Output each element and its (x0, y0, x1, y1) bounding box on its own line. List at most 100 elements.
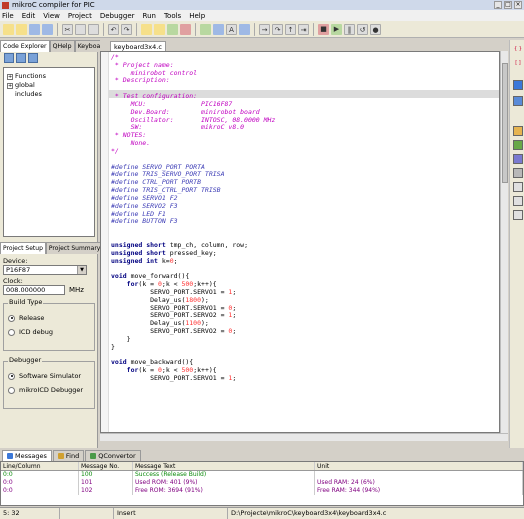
copy-icon[interactable] (75, 23, 86, 35)
save-all-icon[interactable] (42, 23, 53, 35)
step-over-icon[interactable]: ↷ (272, 23, 283, 35)
menu-run[interactable]: Run (143, 12, 156, 20)
align-right-icon[interactable] (513, 210, 523, 220)
save-icon[interactable] (29, 23, 40, 35)
code-line[interactable]: } (111, 343, 275, 352)
stop-icon[interactable]: ■ (318, 23, 329, 35)
cut-icon[interactable]: ✂ (62, 23, 73, 35)
code-editor[interactable]: /* * Project name: minirobot control * D… (100, 51, 500, 433)
save-project-icon[interactable] (167, 23, 178, 35)
tab-project-setup[interactable]: Project Setup (0, 242, 46, 254)
paste-icon[interactable] (88, 23, 99, 35)
code-line[interactable]: SERVO_PORT.SERVO2 = 0; (111, 327, 275, 336)
menu-project[interactable]: Project (68, 12, 92, 20)
editor-horizontal-scrollbar[interactable] (100, 433, 508, 441)
code-line[interactable]: * Description: (111, 77, 275, 85)
eeprom-editor-icon[interactable] (513, 168, 523, 178)
editor-gutter[interactable] (101, 52, 109, 432)
collapse-all-icon[interactable] (16, 53, 26, 63)
align-center-icon[interactable] (513, 196, 523, 206)
expand-icon[interactable]: + (7, 82, 13, 89)
pause-icon[interactable]: ‖ (344, 23, 355, 35)
align-left-icon[interactable] (513, 182, 523, 192)
menu-debugger[interactable]: Debugger (100, 12, 135, 20)
message-row[interactable]: 0:0 100 Success (Release Build) (1, 471, 523, 479)
close-project-icon[interactable] (180, 23, 191, 35)
expand-all-icon[interactable] (4, 53, 14, 63)
toggle-breakpoint-icon[interactable]: ● (370, 23, 381, 35)
tab-keyboard3x4-c[interactable]: keyboard3x4.c (110, 41, 166, 51)
toolbar: ✂ ↶ ↷ A → ↷ ↑ ⇥ ■ ▶ ‖ ↺ ● (0, 21, 524, 38)
bracket-icon[interactable]: [ ] (513, 60, 523, 68)
maximize-button[interactable]: □ (504, 1, 512, 9)
open-file-icon[interactable] (16, 23, 27, 35)
brace-match-icon[interactable]: { } (513, 46, 523, 54)
new-project-icon[interactable] (141, 23, 152, 35)
message-row[interactable]: 0:0 101 Used ROM: 401 (9%) Used RAM: 24 … (1, 479, 523, 487)
close-button[interactable]: × (514, 1, 522, 9)
radio-icon[interactable] (8, 328, 15, 336)
tab-code-explorer[interactable]: Code Explorer (0, 40, 50, 52)
column-header[interactable]: Message No. (79, 462, 133, 470)
release-radio[interactable]: Release (8, 314, 90, 322)
step-into-icon[interactable]: → (259, 23, 270, 35)
expand-icon[interactable]: + (7, 73, 13, 80)
code-line[interactable]: } (111, 335, 275, 344)
new-file-icon[interactable] (3, 23, 14, 35)
statistics-icon[interactable] (513, 80, 523, 90)
column-header[interactable]: Unit (315, 462, 523, 470)
tab-project-summary[interactable]: Project Summary (45, 242, 104, 254)
scrollbar-thumb[interactable] (502, 63, 508, 183)
clock-input[interactable]: 008.000000 (3, 285, 65, 295)
tree-node-global[interactable]: + global (7, 81, 91, 90)
radio-icon[interactable] (8, 386, 15, 394)
message-row[interactable]: 0:0 102 Free ROM: 3694 (91%) Free RAM: 3… (1, 487, 523, 495)
menu-tools[interactable]: Tools (164, 12, 181, 20)
code-line[interactable]: */ (111, 147, 275, 156)
tab-qhelp[interactable]: QHelp (49, 40, 75, 52)
refresh-icon[interactable] (28, 53, 38, 63)
column-header[interactable]: Line/Column (1, 462, 79, 470)
run-to-cursor-icon[interactable]: ⇥ (298, 23, 309, 35)
run-icon[interactable]: ▶ (331, 23, 342, 35)
build-icon[interactable] (200, 23, 211, 35)
usart-terminal-icon[interactable] (513, 126, 523, 136)
text-icon[interactable]: A (226, 23, 237, 35)
code-line[interactable]: #define BUTTON F3 (111, 217, 275, 226)
code-text[interactable]: /* * Project name: minirobot control * D… (111, 53, 275, 383)
step-out-icon[interactable]: ↑ (285, 23, 296, 35)
code-line[interactable] (111, 226, 275, 234)
tree-node-functions[interactable]: + Functions (7, 72, 91, 81)
mikroicd-debugger-radio[interactable]: mikroICD Debugger (8, 386, 90, 394)
tab-qconvertor[interactable]: QConvertor (85, 450, 141, 461)
open-project-icon[interactable] (154, 23, 165, 35)
chevron-down-icon[interactable]: ▼ (77, 266, 86, 274)
menu-view[interactable]: View (43, 12, 60, 20)
software-simulator-radio[interactable]: Software Simulator (8, 372, 90, 380)
lcd-custom-char-icon[interactable] (513, 96, 523, 106)
redo-icon[interactable]: ↷ (121, 23, 132, 35)
undo-icon[interactable]: ↶ (108, 23, 119, 35)
minimize-button[interactable]: _ (494, 1, 502, 9)
menu-edit[interactable]: Edit (22, 12, 36, 20)
code-line[interactable]: None. (111, 139, 275, 148)
radio-selected-icon[interactable] (8, 314, 15, 322)
icd-debug-radio[interactable]: ICD debug (8, 328, 90, 336)
code-line[interactable]: SERVO_PORT.SERVO1 = 1; (111, 374, 275, 383)
tree-node-includes[interactable]: includes (7, 90, 91, 99)
code-line[interactable]: unsigned int k=0; (111, 257, 275, 266)
message-cell: 0:0 (1, 479, 79, 487)
seven-segment-icon[interactable] (513, 154, 523, 164)
column-header[interactable]: Message Text (133, 462, 315, 470)
program-icon[interactable] (213, 23, 224, 35)
tab-find[interactable]: Find (52, 450, 85, 461)
device-select[interactable]: P16F87 ▼ (3, 265, 87, 275)
editor-vertical-scrollbar[interactable] (500, 51, 508, 433)
tab-messages[interactable]: Messages (2, 450, 52, 461)
menu-help[interactable]: Help (189, 12, 205, 20)
ascii-chart-icon[interactable] (513, 140, 523, 150)
radio-selected-icon[interactable] (8, 372, 15, 380)
reset-icon[interactable]: ↺ (357, 23, 368, 35)
view-assembly-icon[interactable] (239, 23, 250, 35)
menu-file[interactable]: File (2, 12, 14, 20)
